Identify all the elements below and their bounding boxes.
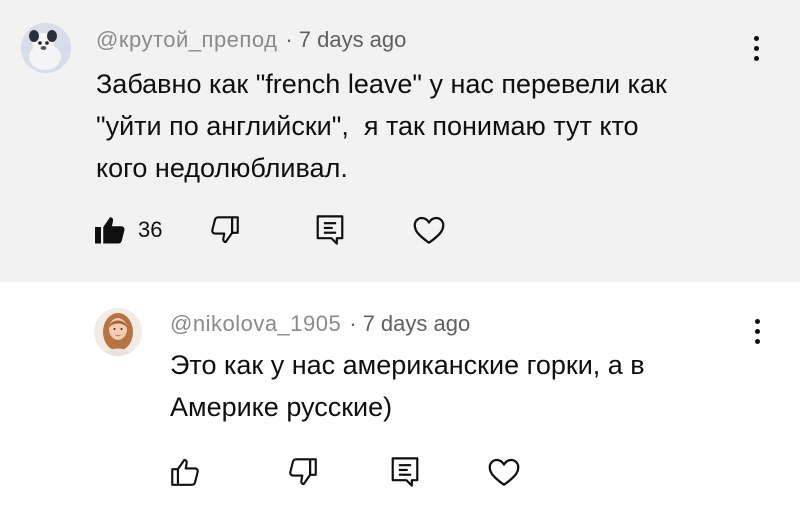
dislike-button[interactable]: [208, 210, 242, 250]
comment-meta: @крутой_препод · 7 days ago: [96, 27, 406, 53]
thumbs-down-icon: [208, 213, 242, 247]
comment-line: кого недолюбливал.: [96, 153, 348, 183]
author-handle[interactable]: @nikolova_1905: [170, 311, 341, 336]
timestamp[interactable]: 7 days ago: [363, 311, 471, 336]
heart-button[interactable]: [411, 210, 447, 250]
comment-line: Забавно как "french leave" у нас перевел…: [96, 69, 667, 99]
like-button[interactable]: [168, 452, 202, 492]
like-count: 36: [138, 217, 163, 242]
avatar[interactable]: [21, 23, 71, 73]
reply-icon: [390, 455, 420, 489]
reply-icon: [315, 213, 345, 247]
more-vertical-icon[interactable]: [745, 32, 767, 66]
heart-icon: [411, 212, 447, 248]
timestamp[interactable]: 7 days ago: [299, 27, 407, 52]
comment-line: Это как у нас американские горки, а в: [170, 350, 645, 380]
author-handle[interactable]: @крутой_препод: [96, 27, 277, 52]
heart-icon: [486, 454, 522, 490]
more-vertical-icon[interactable]: [746, 315, 768, 349]
comment-reply: @nikolova_1905 · 7 days ago Это как у нас …: [0, 282, 800, 509]
reply-button[interactable]: [390, 452, 420, 492]
comment-text: Это как у нас американские горки, а в Ам…: [170, 344, 770, 428]
separator-dot: ·: [349, 311, 357, 336]
reply-button[interactable]: [315, 210, 345, 250]
thumbs-down-icon: [286, 455, 320, 489]
dislike-button[interactable]: [286, 452, 320, 492]
like-button[interactable]: 36: [92, 210, 162, 250]
heart-button[interactable]: [486, 452, 522, 492]
comment-highlighted: @крутой_препод · 7 days ago Забавно как "f…: [0, 0, 800, 282]
comment-line: "уйти по английски", я так понимаю тут к…: [96, 111, 639, 141]
avatar[interactable]: [94, 308, 142, 356]
comment-line: Америке русские): [170, 392, 393, 422]
comment-meta: @nikolova_1905 · 7 days ago: [170, 311, 470, 337]
separator-dot: ·: [285, 27, 293, 52]
thumbs-up-icon: [92, 212, 128, 248]
comment-text: Забавно как "french leave" у нас перевел…: [96, 63, 776, 189]
thumbs-up-icon: [168, 455, 202, 489]
